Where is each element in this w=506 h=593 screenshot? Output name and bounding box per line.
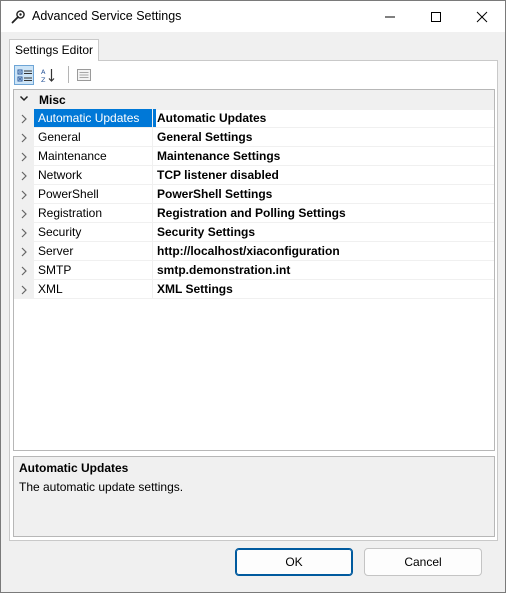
property-name[interactable]: Automatic Updates xyxy=(34,109,156,128)
window-title: Advanced Service Settings xyxy=(32,9,182,23)
property-name[interactable]: PowerShell xyxy=(34,185,156,204)
property-row-network[interactable]: Network TCP listener disabled xyxy=(14,166,494,185)
tab-settings-editor[interactable]: Settings Editor xyxy=(9,39,99,61)
categorized-view-icon xyxy=(17,69,32,82)
maximize-icon xyxy=(431,12,441,22)
cancel-button[interactable]: Cancel xyxy=(364,548,482,576)
categorized-view-button[interactable] xyxy=(14,65,34,85)
close-icon xyxy=(476,11,488,23)
chevron-right-icon[interactable] xyxy=(20,247,28,257)
category-row-misc[interactable]: Misc xyxy=(14,90,494,110)
property-row-security[interactable]: Security Security Settings xyxy=(14,223,494,242)
property-grid-toolbar: A Z xyxy=(10,61,497,89)
property-value[interactable]: Registration and Polling Settings xyxy=(153,204,494,223)
property-value[interactable]: TCP listener disabled xyxy=(153,166,494,185)
chevron-right-icon[interactable] xyxy=(20,190,28,200)
title-bar[interactable]: Advanced Service Settings xyxy=(1,1,505,32)
property-name[interactable]: Maintenance xyxy=(34,147,156,166)
description-text: The automatic update settings. xyxy=(19,480,184,494)
property-pages-button[interactable] xyxy=(74,65,94,85)
property-grid: Misc Automatic Updates Automatic Updates… xyxy=(13,89,495,451)
chevron-right-icon[interactable] xyxy=(20,209,28,219)
property-pages-icon xyxy=(77,69,91,81)
property-row-smtp[interactable]: SMTP smtp.demonstration.int xyxy=(14,261,494,280)
maximize-button[interactable] xyxy=(413,1,459,32)
wrench-icon xyxy=(10,9,26,25)
property-row-maintenance[interactable]: Maintenance Maintenance Settings xyxy=(14,147,494,166)
property-name[interactable]: Server xyxy=(34,242,156,261)
property-name[interactable]: SMTP xyxy=(34,261,156,280)
svg-text:Z: Z xyxy=(41,76,46,83)
svg-text:A: A xyxy=(41,68,46,76)
property-name[interactable]: Network xyxy=(34,166,156,185)
description-pane: Automatic Updates The automatic update s… xyxy=(13,456,495,537)
property-row-registration[interactable]: Registration Registration and Polling Se… xyxy=(14,204,494,223)
property-row-automatic-updates[interactable]: Automatic Updates Automatic Updates xyxy=(14,109,494,128)
property-value[interactable]: Maintenance Settings xyxy=(153,147,494,166)
property-value[interactable]: http://localhost/xiaconfiguration xyxy=(153,242,494,261)
chevron-right-icon[interactable] xyxy=(20,285,28,295)
description-title: Automatic Updates xyxy=(19,461,129,475)
property-row-xml[interactable]: XML XML Settings xyxy=(14,280,494,299)
minimize-button[interactable] xyxy=(367,1,413,32)
property-row-general[interactable]: General General Settings xyxy=(14,128,494,147)
chevron-right-icon[interactable] xyxy=(20,171,28,181)
category-label: Misc xyxy=(39,93,66,107)
property-value[interactable]: smtp.demonstration.int xyxy=(153,261,494,280)
chevron-right-icon[interactable] xyxy=(20,152,28,162)
property-row-powershell[interactable]: PowerShell PowerShell Settings xyxy=(14,185,494,204)
property-name[interactable]: General xyxy=(34,128,156,147)
property-row-server[interactable]: Server http://localhost/xiaconfiguration xyxy=(14,242,494,261)
chevron-right-icon[interactable] xyxy=(20,114,28,124)
alphabetical-sort-button[interactable]: A Z xyxy=(38,65,58,85)
property-name[interactable]: XML xyxy=(34,280,156,299)
toolbar-separator xyxy=(68,66,69,83)
chevron-down-icon[interactable] xyxy=(19,95,29,103)
property-value[interactable]: PowerShell Settings xyxy=(153,185,494,204)
property-value[interactable]: Security Settings xyxy=(153,223,494,242)
chevron-right-icon[interactable] xyxy=(20,133,28,143)
settings-editor-panel: A Z Misc Automatic Updates Automatic Upd… xyxy=(9,60,498,541)
chevron-right-icon[interactable] xyxy=(20,266,28,276)
property-value[interactable]: Automatic Updates xyxy=(153,109,494,128)
ok-button[interactable]: OK xyxy=(235,548,353,576)
minimize-icon xyxy=(385,16,395,18)
chevron-right-icon[interactable] xyxy=(20,228,28,238)
property-value[interactable]: XML Settings xyxy=(153,280,494,299)
property-value[interactable]: General Settings xyxy=(153,128,494,147)
property-name[interactable]: Security xyxy=(34,223,156,242)
close-button[interactable] xyxy=(459,1,505,32)
dialog-window: Advanced Service Settings Settings Edito… xyxy=(0,0,506,593)
property-name[interactable]: Registration xyxy=(34,204,156,223)
alphabetical-sort-icon: A Z xyxy=(41,68,55,83)
